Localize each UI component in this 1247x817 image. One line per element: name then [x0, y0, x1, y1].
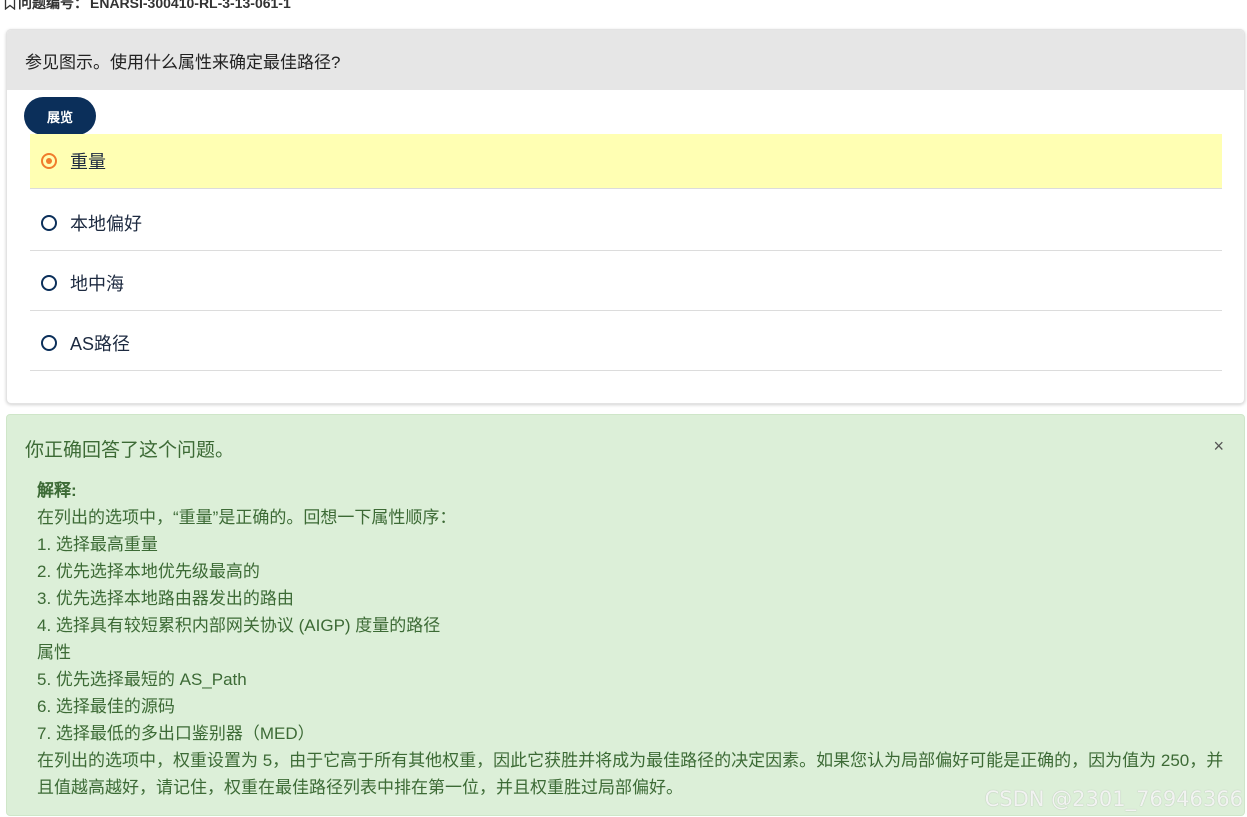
question-id-value: ENARSI-300410-RL-3-13-061-1: [90, 0, 291, 11]
radio-icon[interactable]: [41, 335, 57, 351]
radio-checked-icon[interactable]: [41, 153, 57, 169]
explanation: 解释: 在列出的选项中，“重量”是正确的。回想一下属性顺序： 1. 选择最高重量…: [37, 477, 1232, 801]
explanation-heading: 解释:: [37, 481, 77, 500]
explanation-line: 6. 选择最佳的源码: [37, 697, 175, 716]
option-weight[interactable]: 重量: [30, 134, 1222, 189]
explanation-line: 属性: [37, 643, 71, 662]
bookmark-icon[interactable]: [4, 0, 16, 10]
explanation-line: 2. 优先选择本地优先级最高的: [37, 562, 260, 581]
option-label: 本地偏好: [70, 214, 142, 234]
explanation-line: 5. 优先选择最短的 AS_Path: [37, 670, 247, 689]
question-id: 问题编号： ENARSI-300410-RL-3-13-061-1: [4, 0, 291, 12]
option-label: 地中海: [70, 274, 124, 294]
feedback-alert: 你正确回答了这个问题。 × 解释: 在列出的选项中，“重量”是正确的。回想一下属…: [6, 414, 1245, 816]
radio-icon[interactable]: [41, 275, 57, 291]
option-label: AS路径: [70, 334, 131, 354]
close-icon[interactable]: ×: [1213, 435, 1224, 457]
explanation-line: 7. 选择最低的多出口鉴别器（MED）: [37, 724, 315, 743]
explanation-line: 3. 优先选择本地路由器发出的路由: [37, 589, 294, 608]
explanation-line: 在列出的选项中，“重量”是正确的。回想一下属性顺序：: [37, 508, 457, 527]
question-text: 参见图示。使用什么属性来确定最佳路径?: [25, 52, 341, 72]
option-local-preference[interactable]: 本地偏好: [30, 196, 1222, 251]
option-label: 重量: [70, 152, 106, 172]
option-as-path[interactable]: AS路径: [30, 316, 1222, 371]
question-card: 参见图示。使用什么属性来确定最佳路径? 展览 重量 本地偏好 地中海 AS路径: [6, 29, 1245, 404]
explanation-line: 1. 选择最高重量: [37, 535, 158, 554]
watermark: CSDN @2301_76946366: [984, 787, 1243, 811]
option-med[interactable]: 地中海: [30, 256, 1222, 311]
question-header: 参见图示。使用什么属性来确定最佳路径?: [7, 30, 1244, 90]
exhibit-button[interactable]: 展览: [24, 97, 96, 135]
feedback-title: 你正确回答了这个问题。: [25, 440, 235, 461]
question-id-prefix: 问题编号：: [18, 0, 88, 11]
explanation-line: 4. 选择具有较短累积内部网关协议 (AIGP) 度量的路径: [37, 616, 441, 635]
radio-icon[interactable]: [41, 215, 57, 231]
